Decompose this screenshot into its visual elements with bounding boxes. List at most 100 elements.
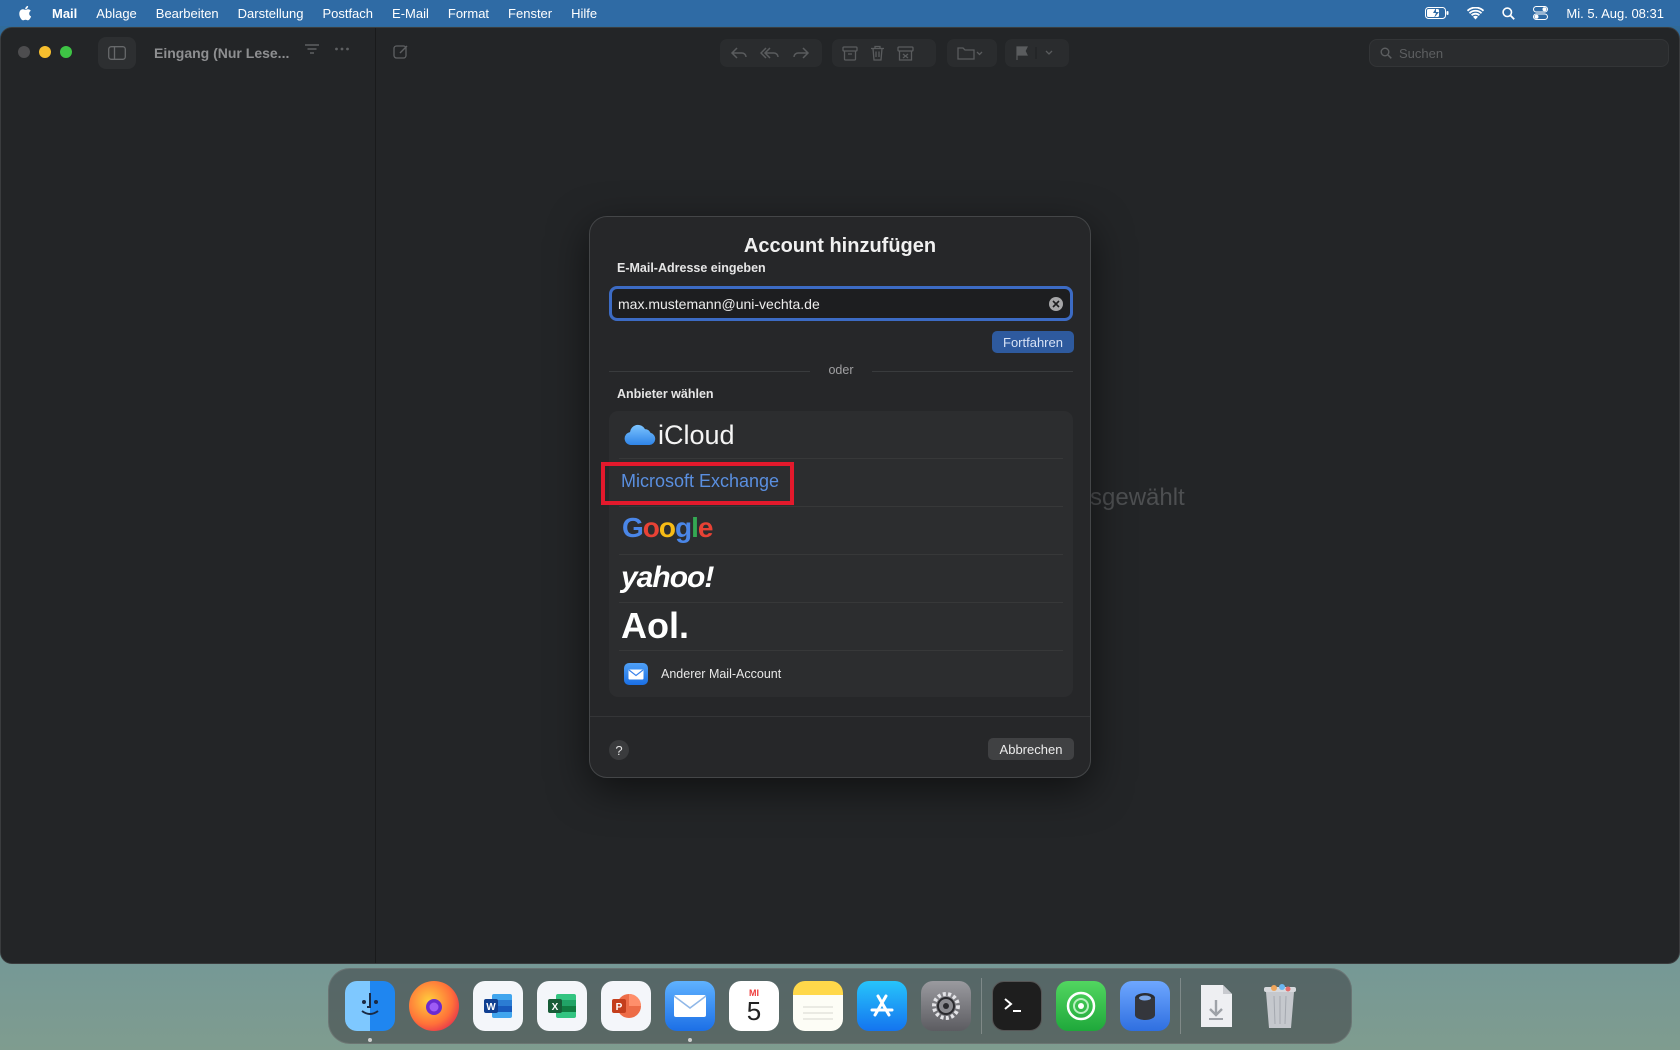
reply-group (720, 39, 822, 67)
powerpoint-icon: P (601, 981, 651, 1031)
find-my-icon (1056, 981, 1106, 1031)
email-input[interactable] (618, 295, 1038, 312)
dock-disk-utility[interactable] (1113, 976, 1177, 1036)
search-placeholder: Suchen (1399, 45, 1444, 61)
downloads-icon (1191, 981, 1241, 1031)
minimize-window-button[interactable] (39, 46, 51, 58)
email-label: E-Mail-Adresse eingeben (617, 261, 766, 275)
dock-separator (1180, 978, 1181, 1034)
email-field[interactable] (609, 286, 1073, 321)
dock-powerpoint[interactable]: P (594, 976, 658, 1036)
toggle-sidebar-button[interactable] (98, 37, 136, 69)
filter-icon[interactable] (304, 42, 320, 56)
trash-bin-icon (1255, 981, 1305, 1031)
provider-google[interactable]: Google (609, 507, 1073, 555)
dock-notes[interactable] (786, 976, 850, 1036)
mailbox-title: Eingang (Nur Lese... (154, 45, 290, 61)
excel-icon: X (537, 981, 587, 1031)
trash-icon[interactable] (870, 45, 885, 61)
reply-icon[interactable] (730, 46, 748, 60)
cancel-button[interactable]: Abbrechen (988, 738, 1074, 760)
provider-yahoo[interactable]: yahoo! (609, 555, 1073, 603)
menu-mail[interactable]: Mail (52, 6, 77, 21)
provider-other[interactable]: Anderer Mail-Account (609, 651, 1073, 699)
archive-icon[interactable] (842, 45, 858, 61)
compose-icon[interactable] (393, 44, 409, 60)
more-icon[interactable] (334, 42, 350, 56)
dock-find-my[interactable] (1049, 976, 1113, 1036)
svg-text:X: X (552, 1002, 559, 1013)
menu-darstellung[interactable]: Darstellung (238, 6, 304, 21)
settings-gear-icon (921, 981, 971, 1031)
continue-button[interactable]: Fortfahren (992, 331, 1074, 353)
sidebar-icon (108, 46, 126, 60)
provider-aol[interactable]: Aol. (609, 603, 1073, 651)
notes-icon (793, 981, 843, 1031)
aol-logo: Aol. (621, 605, 689, 646)
menu-bearbeiten[interactable]: Bearbeiten (156, 6, 219, 21)
dock-trash[interactable] (1248, 976, 1312, 1036)
dock-mail[interactable] (658, 976, 722, 1042)
or-label: oder (810, 363, 872, 377)
firefox-icon (409, 981, 459, 1031)
menu-postfach[interactable]: Postfach (322, 6, 373, 21)
dock-finder[interactable] (338, 976, 402, 1042)
clear-icon (1052, 300, 1060, 308)
dock-system-settings[interactable] (914, 976, 978, 1036)
dock: W X P MI 5 (328, 968, 1352, 1044)
mail-icon (665, 981, 715, 1031)
menu-hilfe[interactable]: Hilfe (571, 6, 597, 21)
wifi-icon[interactable] (1467, 6, 1485, 20)
exchange-label: Microsoft Exchange (621, 471, 780, 491)
word-icon: W (473, 981, 523, 1031)
apple-menu-icon[interactable] (18, 5, 32, 21)
search-icon (1380, 47, 1392, 59)
dock-calendar[interactable]: MI 5 (722, 976, 786, 1036)
help-button[interactable]: ? (609, 740, 629, 760)
search-field[interactable]: Suchen (1369, 39, 1669, 67)
menubar-clock[interactable]: Mi. 5. Aug. 08:31 (1566, 6, 1664, 21)
footer-divider (590, 716, 1090, 717)
svg-text:P: P (616, 1002, 623, 1013)
battery-icon[interactable] (1425, 7, 1449, 19)
dock-firefox[interactable] (402, 976, 466, 1036)
disk-utility-icon (1120, 981, 1170, 1031)
dock-word[interactable]: W (466, 976, 530, 1036)
yahoo-logo: yahoo! (621, 561, 714, 594)
window-controls (18, 46, 72, 58)
icloud-label: iCloud (658, 420, 735, 450)
calendar-icon: MI 5 (729, 981, 779, 1031)
mail-envelope-icon (624, 663, 648, 685)
terminal-icon (992, 981, 1042, 1031)
dock-excel[interactable]: X (530, 976, 594, 1036)
flag-icon (1016, 46, 1053, 60)
forward-icon[interactable] (792, 46, 810, 60)
menu-format[interactable]: Format (448, 6, 489, 21)
move-group[interactable] (947, 39, 997, 67)
flag-group[interactable] (1005, 39, 1069, 67)
sidebar (1, 28, 376, 963)
icloud-icon (624, 424, 656, 445)
running-indicator (368, 1038, 372, 1042)
google-logo: Google (622, 512, 713, 543)
dock-terminal[interactable] (985, 976, 1049, 1036)
menu-ablage[interactable]: Ablage (96, 6, 136, 21)
dock-separator (981, 978, 982, 1034)
clear-email-button[interactable] (1049, 297, 1063, 311)
provider-label: Anbieter wählen (617, 387, 714, 401)
menu-email[interactable]: E-Mail (392, 6, 429, 21)
dock-downloads[interactable] (1184, 976, 1248, 1036)
calendar-day: 5 (746, 996, 762, 1026)
provider-icloud[interactable]: iCloud (609, 411, 1073, 459)
other-account-label: Anderer Mail-Account (661, 667, 782, 681)
spotlight-icon[interactable] (1502, 6, 1516, 20)
menu-fenster[interactable]: Fenster (508, 6, 552, 21)
actions-group (832, 39, 936, 67)
provider-exchange[interactable]: Microsoft Exchange (609, 459, 1073, 507)
dock-app-store[interactable] (850, 976, 914, 1036)
close-window-button[interactable] (18, 46, 30, 58)
junk-icon[interactable] (897, 45, 914, 61)
control-center-icon[interactable] (1533, 6, 1549, 20)
reply-all-icon[interactable] (760, 46, 780, 60)
maximize-window-button[interactable] (60, 46, 72, 58)
